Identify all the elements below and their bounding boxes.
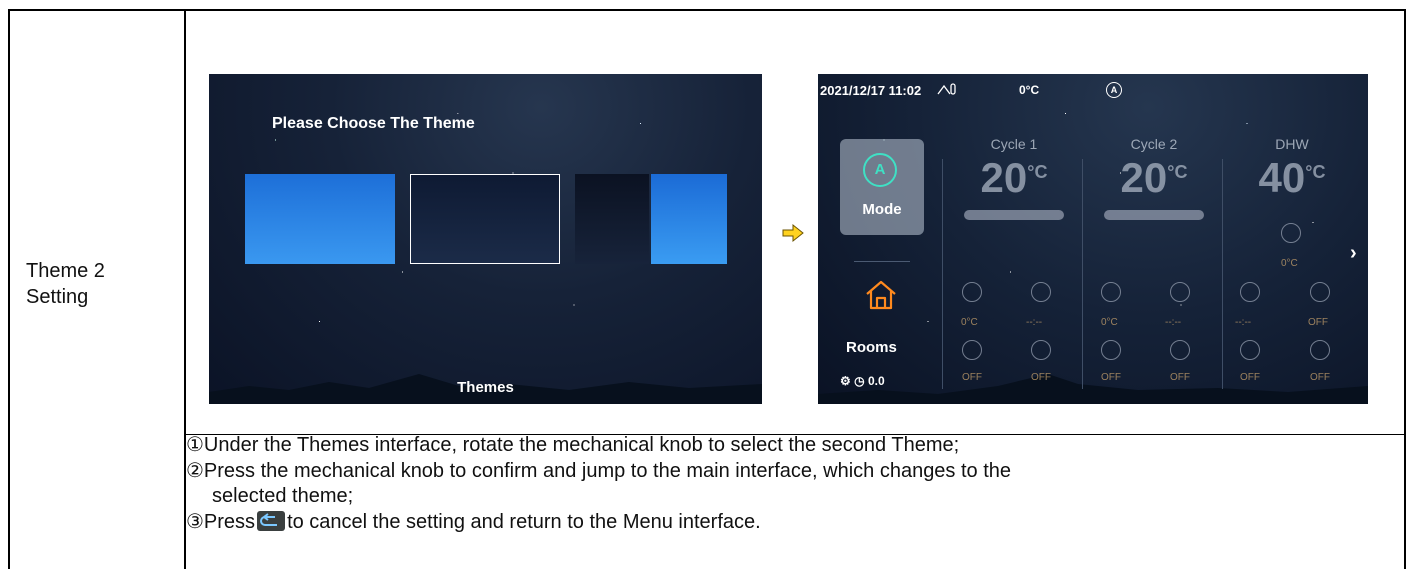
- outdoor-temperature: 0°C: [1019, 83, 1040, 97]
- screen-title: Please Choose The Theme: [272, 115, 475, 132]
- mode-label: Mode: [862, 201, 902, 218]
- timer-icon: [1031, 282, 1051, 302]
- cycle1-bar: [964, 210, 1064, 220]
- c3-sub-c: OFF: [1240, 372, 1260, 383]
- cycle1-temp: 20°C: [980, 154, 1048, 201]
- cycle2-bar: [1104, 210, 1204, 220]
- c2-sub-c: OFF: [1101, 372, 1121, 383]
- heating-gauge-icon: [1101, 282, 1121, 302]
- theme-option-1[interactable]: [245, 174, 395, 264]
- cycle2-column[interactable]: Cycle 2 20°C: [1094, 136, 1214, 220]
- column-divider: [1082, 159, 1083, 389]
- cycle1-title: Cycle 1: [990, 136, 1038, 152]
- cycle2-temp: 20°C: [1120, 154, 1188, 201]
- dhw-small-temp: 0°C: [1281, 258, 1298, 269]
- row-label-line1: Theme 2: [26, 260, 105, 282]
- gear-icon: ⚙: [840, 374, 851, 388]
- c3-sub-d: OFF: [1310, 372, 1330, 383]
- c1-sub-d: OFF: [1031, 372, 1051, 383]
- instruction-step-3: ③Press to cancel the setting and return t…: [186, 510, 1386, 536]
- c2-sub-b: --:--: [1165, 317, 1182, 328]
- theme-option-3[interactable]: [575, 174, 649, 264]
- instructions: ①Under the Themes interface, rotate the …: [186, 433, 1386, 535]
- row-label-line2: Setting: [26, 286, 89, 308]
- dhw-temp: 40°C: [1258, 154, 1326, 201]
- dhw-title: DHW: [1275, 136, 1309, 152]
- mode-button[interactable]: A Mode: [840, 139, 924, 235]
- heating-gauge-icon: [962, 282, 982, 302]
- screen-footer: Themes: [457, 379, 514, 396]
- instruction-step-3-prefix: ③Press: [186, 510, 256, 533]
- auto-mode-indicator-icon: A: [1106, 82, 1122, 98]
- column-divider: [942, 159, 943, 389]
- cycle2-title: Cycle 2: [1130, 136, 1178, 152]
- themes-screen: Please Choose The Theme Themes: [209, 74, 762, 404]
- sidebar-divider: [854, 261, 910, 262]
- gauge-icon: ◷: [854, 374, 865, 388]
- row-label: Theme 2 Setting: [26, 258, 105, 310]
- instruction-step-1: ①Under the Themes interface, rotate the …: [186, 434, 960, 456]
- auto-mode-icon: A: [863, 153, 897, 187]
- rooms-home-icon[interactable]: [864, 279, 898, 311]
- dhw-column[interactable]: DHW 40°C: [1232, 136, 1352, 202]
- instruction-step-2-cont: selected theme;: [212, 485, 354, 507]
- timer-icon: [1240, 282, 1260, 302]
- c3-sub-b: OFF: [1308, 317, 1328, 328]
- cycle1-column[interactable]: Cycle 1 20°C: [954, 136, 1074, 220]
- arrow-right-icon: [782, 223, 804, 243]
- weekly-timer-icon: [1310, 282, 1330, 302]
- column-divider: [1222, 159, 1223, 389]
- rooms-label[interactable]: Rooms: [846, 339, 897, 356]
- main-screen: 2021/12/17 11:02 0°C A A Mode Rooms ⚙ ◷ …: [818, 74, 1368, 404]
- theme-option-2-selected[interactable]: [410, 174, 560, 264]
- mountain-silhouette: [818, 374, 1368, 404]
- pressure-status: ⚙ ◷ 0.0: [840, 374, 885, 388]
- instruction-step-2: ②Press the mechanical knob to confirm an…: [186, 459, 1012, 482]
- c1-sub-b: --:--: [1026, 317, 1043, 328]
- eco-icon: [1170, 340, 1190, 360]
- eco-icon: [1031, 340, 1051, 360]
- timer-icon: [1170, 282, 1190, 302]
- water-heating-icon: [1281, 223, 1301, 243]
- instruction-step-3-text: to cancel the setting and return to the …: [287, 510, 761, 533]
- weekly-timer-icon: [1101, 340, 1121, 360]
- weekly-timer-icon: [962, 340, 982, 360]
- c3-sub-a: --:--: [1235, 317, 1252, 328]
- back-icon: [257, 510, 286, 531]
- c1-sub-c: OFF: [962, 372, 982, 383]
- no-fast-hot-water-icon: [1310, 340, 1330, 360]
- c2-sub-d: OFF: [1170, 372, 1190, 383]
- c1-sub-a: 0°C: [961, 317, 978, 328]
- chevron-right-icon[interactable]: ›: [1350, 242, 1357, 265]
- datetime: 2021/12/17 11:02: [820, 83, 922, 98]
- outdoor-thermometer-icon: [937, 83, 956, 95]
- disinfection-icon: [1240, 340, 1260, 360]
- c2-sub-a: 0°C: [1101, 317, 1118, 328]
- pressure-value: 0.0: [867, 374, 885, 388]
- theme-option-4[interactable]: [651, 174, 727, 264]
